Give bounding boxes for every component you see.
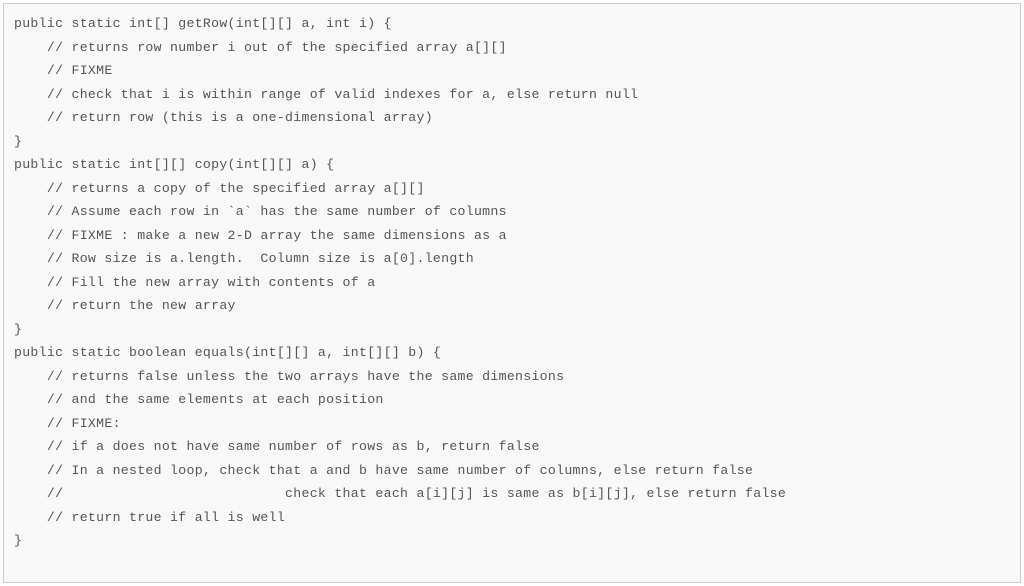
code-line: // check that i is within range of valid… [14, 83, 1010, 107]
code-line: // if a does not have same number of row… [14, 435, 1010, 459]
code-line: } [14, 318, 1010, 342]
code-line: // returns row number i out of the speci… [14, 36, 1010, 60]
code-line: // Fill the new array with contents of a [14, 271, 1010, 295]
code-line: } [14, 529, 1010, 553]
code-line: public static boolean equals(int[][] a, … [14, 341, 1010, 365]
code-line: // return true if all is well [14, 506, 1010, 530]
code-line: // and the same elements at each positio… [14, 388, 1010, 412]
code-line: public static int[] getRow(int[][] a, in… [14, 12, 1010, 36]
code-line: // Row size is a.length. Column size is … [14, 247, 1010, 271]
code-line: public static int[][] copy(int[][] a) { [14, 153, 1010, 177]
code-line: // Assume each row in `a` has the same n… [14, 200, 1010, 224]
code-line: // FIXME : make a new 2-D array the same… [14, 224, 1010, 248]
code-line: // returns false unless the two arrays h… [14, 365, 1010, 389]
code-line: // check that each a[i][j] is same as b[… [14, 482, 1010, 506]
code-block: public static int[] getRow(int[][] a, in… [3, 3, 1021, 583]
code-line: } [14, 130, 1010, 154]
code-line: // return row (this is a one-dimensional… [14, 106, 1010, 130]
code-line: // In a nested loop, check that a and b … [14, 459, 1010, 483]
code-line: // FIXME [14, 59, 1010, 83]
code-line: // return the new array [14, 294, 1010, 318]
code-line: // FIXME: [14, 412, 1010, 436]
code-line: // returns a copy of the specified array… [14, 177, 1010, 201]
